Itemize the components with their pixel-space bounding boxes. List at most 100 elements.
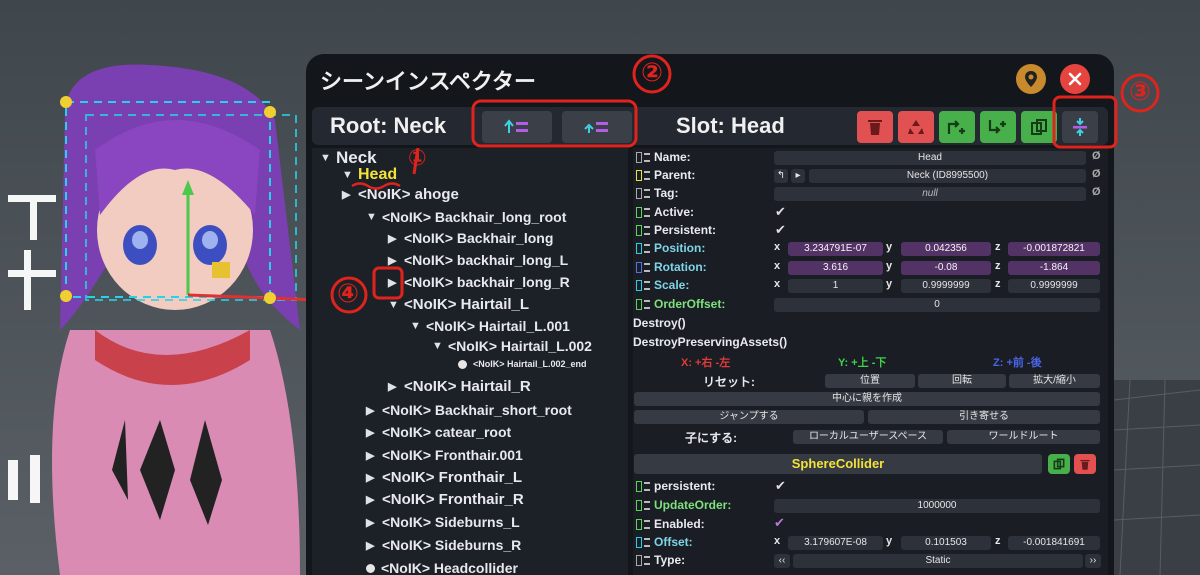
position-x-field[interactable]: 3.234791E-07 <box>788 242 883 256</box>
center-pivot-button[interactable] <box>1062 111 1098 143</box>
leaf-dot-icon[interactable] <box>458 359 467 369</box>
component-delete-button[interactable] <box>1074 454 1096 474</box>
tree-node[interactable]: ▶ <NoIK> backhair_long_L <box>388 252 568 268</box>
updateorder-field[interactable]: 1000000 <box>774 499 1100 513</box>
persistent-checkbox[interactable]: ✔ <box>775 222 786 238</box>
tree-node[interactable]: ▶ <NoIK> Fronthair_L <box>366 469 522 486</box>
expanded-arrow-icon[interactable]: ▼ <box>388 299 404 311</box>
tree-node[interactable]: ▼ <NoIK> Hairtail_L.002 <box>432 338 592 354</box>
annotation-2: ② <box>641 58 664 88</box>
tree-node-label: Neck <box>336 148 377 167</box>
world-root-button[interactable]: ワールドルート <box>947 430 1100 444</box>
tree-node[interactable]: ▶ <NoIK> ahoge <box>342 186 459 203</box>
root-up-button[interactable] <box>482 111 552 143</box>
expanded-arrow-icon[interactable]: ▼ <box>366 211 382 223</box>
collapsed-arrow-icon[interactable]: ▶ <box>366 493 382 506</box>
tree-node[interactable]: ▶ <NoIK> Hairtail_R <box>388 378 531 395</box>
tree-node[interactable]: ▶ <NoIK> catear_root <box>366 424 511 440</box>
parent-select-button[interactable]: ▸ <box>791 169 805 183</box>
tree-node[interactable]: ▼ <NoIK> Hairtail_L.001 <box>410 318 570 334</box>
tree-node[interactable]: ▶ <NoIK> Backhair_long <box>388 230 553 246</box>
type-next-button[interactable]: ›› <box>1085 554 1101 568</box>
position-label: Position: <box>636 241 705 255</box>
scale-z-field[interactable]: 0.9999999 <box>1008 279 1100 293</box>
null-icon[interactable]: Ø <box>1092 150 1101 162</box>
reset-rotation-button[interactable]: 回転 <box>918 374 1006 388</box>
position-y-field[interactable]: 0.042356 <box>901 242 991 256</box>
add-child-button[interactable] <box>980 111 1016 143</box>
tag-field[interactable]: null <box>774 187 1086 201</box>
collapsed-arrow-icon[interactable]: ▶ <box>366 471 382 484</box>
rotation-z-field[interactable]: -1.864 <box>1008 261 1100 275</box>
jump-button[interactable]: ジャンプする <box>634 410 864 424</box>
tree-node[interactable]: ▼ Head <box>342 166 397 184</box>
position-z-field[interactable]: -0.001872821 <box>1008 242 1100 256</box>
name-field[interactable]: Head <box>774 151 1086 165</box>
offset-z-field[interactable]: -0.001841691 <box>1008 536 1100 550</box>
offset-y-field[interactable]: 0.101503 <box>901 536 991 550</box>
local-user-space-button[interactable]: ローカルユーザースペース <box>793 430 943 444</box>
parent-jump-button[interactable]: ↰ <box>774 169 788 183</box>
collapsed-arrow-icon[interactable]: ▶ <box>366 449 382 462</box>
collapsed-arrow-icon[interactable]: ▶ <box>388 232 404 245</box>
delete-button[interactable] <box>857 111 893 143</box>
close-button[interactable] <box>1060 64 1090 94</box>
tree-node[interactable]: ▶ <NoIK> Sideburns_L <box>366 514 520 530</box>
pin-button[interactable] <box>1016 64 1046 94</box>
destroy-preserve-button[interactable] <box>898 111 934 143</box>
duplicate-button[interactable] <box>1021 111 1057 143</box>
orderoffset-field[interactable]: 0 <box>774 298 1100 312</box>
offset-x-field[interactable]: 3.179607E-08 <box>788 536 883 550</box>
trash-icon <box>1080 459 1090 470</box>
type-field[interactable]: Static <box>793 554 1083 568</box>
tree-node[interactable]: ▶ <NoIK> backhair_long_R <box>388 274 570 290</box>
component-header[interactable]: SphereCollider <box>634 454 1042 474</box>
parent-null-icon[interactable]: Ø <box>1092 168 1101 180</box>
tree-node[interactable]: ▶ <NoIK> Fronthair.001 <box>366 447 523 463</box>
tree-node[interactable]: ▼ Neck <box>320 148 377 168</box>
tag-null-icon[interactable]: Ø <box>1092 186 1101 198</box>
collapsed-arrow-icon[interactable]: ▶ <box>388 254 404 267</box>
type-prev-button[interactable]: ‹‹ <box>774 554 790 568</box>
expanded-arrow-icon[interactable]: ▼ <box>342 169 358 181</box>
rotation-y-field[interactable]: -0.08 <box>901 261 991 275</box>
enabled-checkbox[interactable]: ✔ <box>774 515 785 531</box>
collapsed-arrow-icon[interactable]: ▶ <box>388 276 404 289</box>
tree-node[interactable]: ▶ <NoIK> Backhair_short_root <box>366 402 572 418</box>
scale-x-axis: x <box>774 278 781 290</box>
tree-node[interactable]: ▼ <NoIK> Backhair_long_root <box>366 209 566 225</box>
parent-field[interactable]: Neck (ID8995500) <box>809 169 1086 183</box>
collapsed-arrow-icon[interactable]: ▶ <box>366 404 382 417</box>
reset-position-button[interactable]: 位置 <box>825 374 915 388</box>
tree-node[interactable]: ▶ <NoIK> Sideburns_R <box>366 537 521 553</box>
destroy-preserving-action[interactable]: DestroyPreservingAssets() <box>633 335 787 349</box>
tree-node[interactable]: <NoIK> Headcollider <box>366 560 518 575</box>
active-checkbox[interactable]: ✔ <box>775 204 786 220</box>
collapsed-arrow-icon[interactable]: ▶ <box>388 380 404 393</box>
leaf-dot-icon[interactable] <box>366 563 375 573</box>
annotation-1: ① <box>408 146 427 171</box>
destroy-action[interactable]: Destroy() <box>633 316 686 330</box>
collapsed-arrow-icon[interactable]: ▶ <box>366 426 382 439</box>
pull-button[interactable]: 引き寄せる <box>868 410 1100 424</box>
collapsed-arrow-icon[interactable]: ▶ <box>342 188 358 201</box>
location-pin-icon <box>1025 71 1037 87</box>
tree-node[interactable]: <NoIK> Hairtail_L.002_end <box>458 359 587 369</box>
scale-y-field[interactable]: 0.9999999 <box>901 279 991 293</box>
copy-icon <box>1031 119 1047 135</box>
expanded-arrow-icon[interactable]: ▼ <box>410 320 426 332</box>
expanded-arrow-icon[interactable]: ▼ <box>432 340 448 352</box>
rotation-x-field[interactable]: 3.616 <box>788 261 883 275</box>
scale-x-field[interactable]: 1 <box>788 279 883 293</box>
collapsed-arrow-icon[interactable]: ▶ <box>366 539 382 552</box>
component-persistent-checkbox[interactable]: ✔ <box>775 478 786 494</box>
expanded-arrow-icon[interactable]: ▼ <box>320 152 336 164</box>
root-to-slot-button[interactable] <box>562 111 632 143</box>
collapsed-arrow-icon[interactable]: ▶ <box>366 516 382 529</box>
insert-parent-button[interactable] <box>939 111 975 143</box>
create-parent-at-center-button[interactable]: 中心に親を作成 <box>634 392 1100 406</box>
tree-node[interactable]: ▼ <NoIK> Hairtail_L <box>388 296 529 313</box>
component-duplicate-button[interactable] <box>1048 454 1070 474</box>
reset-scale-button[interactable]: 拡大/縮小 <box>1009 374 1100 388</box>
tree-node[interactable]: ▶ <NoIK> Fronthair_R <box>366 491 524 508</box>
